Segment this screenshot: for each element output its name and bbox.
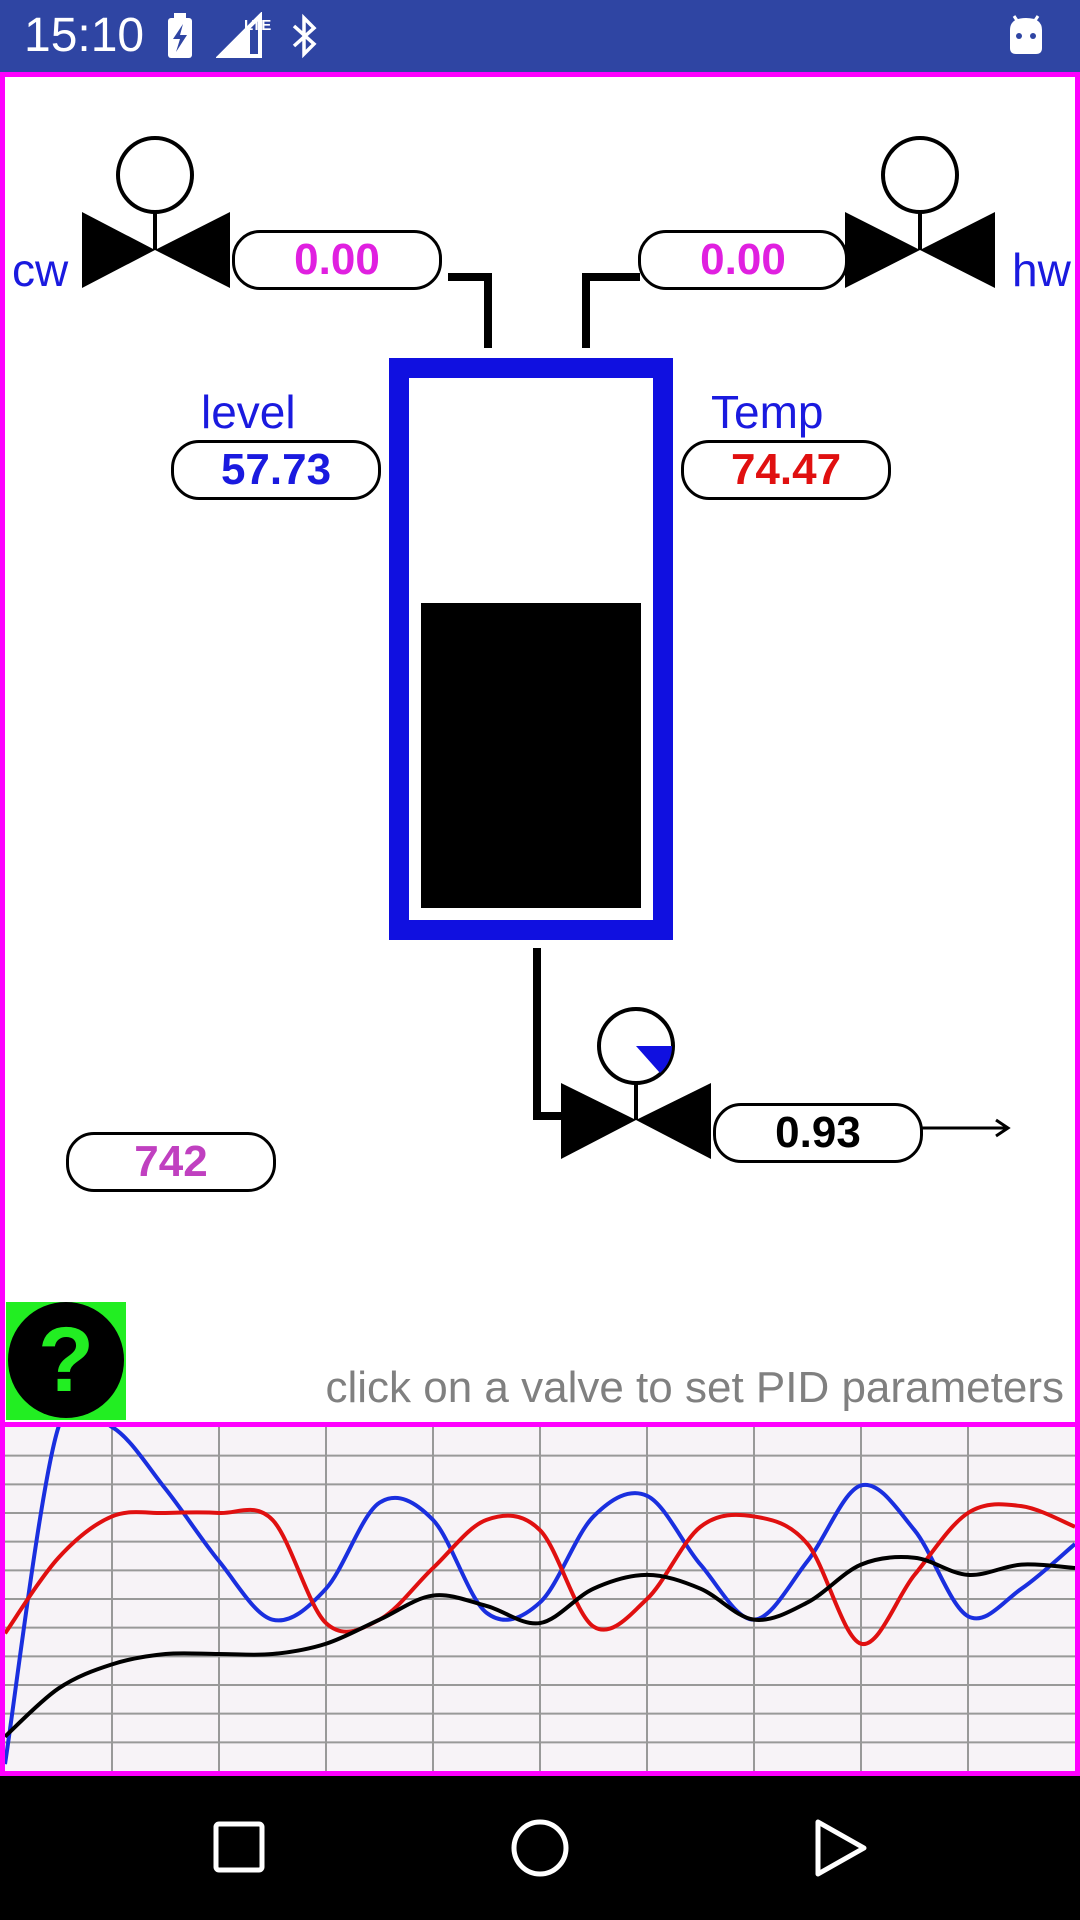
cold-water-valve[interactable] xyxy=(82,136,230,288)
home-button[interactable] xyxy=(508,1816,572,1885)
lte-signal-icon: LTE xyxy=(215,11,276,65)
recent-apps-button[interactable] xyxy=(210,1818,270,1883)
hot-water-flow-value: 0.00 xyxy=(638,230,848,290)
temperature-value: 74.47 xyxy=(681,440,891,500)
temp-label: Temp xyxy=(711,386,824,438)
help-icon: ? xyxy=(8,1302,124,1418)
navigation-bar xyxy=(0,1776,1080,1920)
tank-liquid xyxy=(421,603,641,908)
outlet-arrow-icon xyxy=(922,1118,1011,1138)
hint-text: click on a valve to set PID parameters xyxy=(325,1363,1064,1412)
cold-water-flow-value: 0.00 xyxy=(232,230,442,290)
status-bar: 15:10 LTE xyxy=(0,0,1080,72)
cold-water-label: cw xyxy=(12,244,69,296)
android-debug-icon xyxy=(1004,12,1048,65)
outlet-valve[interactable] xyxy=(561,1007,711,1159)
help-button[interactable]: ? xyxy=(6,1302,126,1420)
counter-value: 742 xyxy=(66,1132,276,1192)
level-label: level xyxy=(201,386,296,438)
bluetooth-icon xyxy=(288,12,320,65)
status-time: 15:10 xyxy=(24,9,145,62)
cold-water-pipe xyxy=(448,273,492,348)
hot-water-pipe xyxy=(582,273,640,348)
outlet-flow-value: 0.93 xyxy=(713,1103,923,1163)
outlet-pipe xyxy=(533,948,565,1120)
hot-water-valve[interactable] xyxy=(845,136,995,288)
trend-chart-plot xyxy=(3,1397,1077,1771)
svg-text:LTE: LTE xyxy=(244,17,271,34)
trend-chart xyxy=(0,1397,1080,1776)
level-value: 57.73 xyxy=(171,440,381,500)
hot-water-label: hw xyxy=(1012,244,1071,296)
battery-charging-icon xyxy=(164,12,196,65)
back-button[interactable] xyxy=(810,1816,870,1885)
